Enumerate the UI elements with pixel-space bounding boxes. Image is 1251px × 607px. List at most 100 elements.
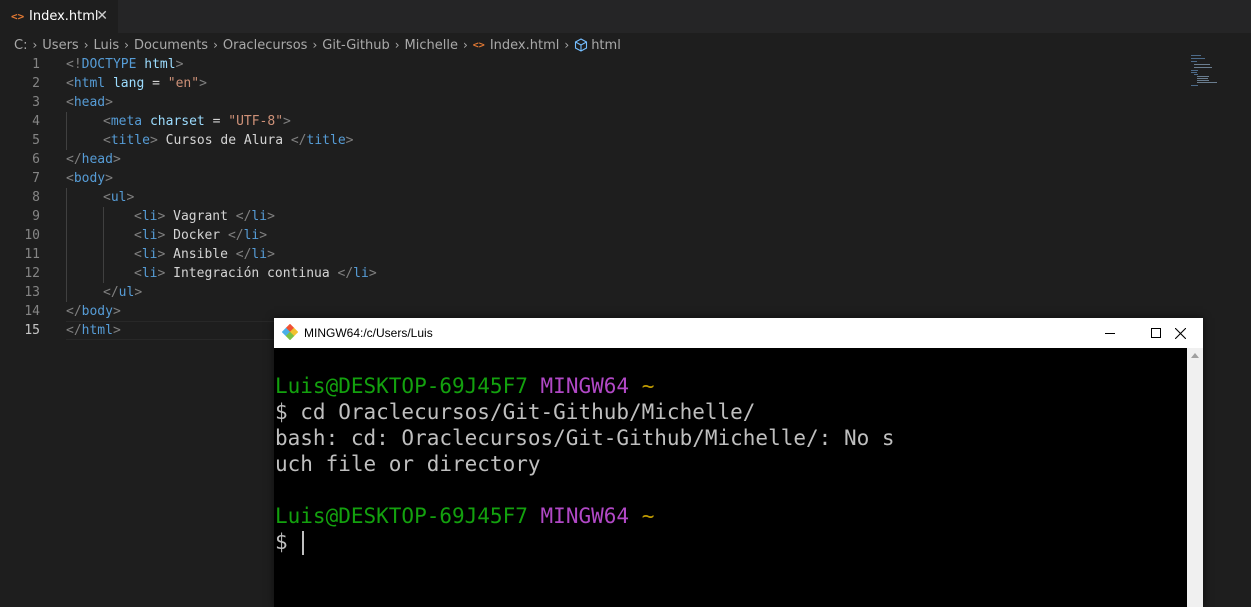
- code-token: <: [134, 209, 142, 224]
- scroll-up-arrow-icon[interactable]: [1191, 353, 1199, 358]
- indent-guide: [103, 226, 104, 245]
- indent-guide: [66, 226, 67, 245]
- code-token: </: [66, 152, 82, 167]
- code-token: Docker: [165, 228, 228, 243]
- symbol-element-icon: [575, 38, 588, 52]
- code-token: body: [81, 304, 113, 319]
- tab-label: Index.html: [29, 9, 99, 24]
- code-line[interactable]: 4 <meta charset = "UTF-8">: [0, 112, 1180, 131]
- code-text: <!DOCTYPE html>: [66, 55, 183, 74]
- terminal-prompt-line: Luis@DESKTOP-69J45F7 MINGW64 ~: [275, 503, 654, 529]
- code-text: <body>: [66, 169, 113, 188]
- terminal-input-line[interactable]: $: [275, 529, 288, 555]
- code-token: </: [227, 228, 244, 243]
- indent-guide: [103, 264, 104, 283]
- code-token: >: [259, 228, 268, 243]
- line-number: 9: [32, 209, 40, 224]
- terminal-command-line: $ cd Oraclecursos/Git-Github/Michelle/: [275, 400, 756, 424]
- code-token: >: [283, 114, 291, 129]
- code-text: <li> Ansible </li>: [134, 245, 275, 264]
- code-token: html: [144, 57, 176, 72]
- chevron-right-icon: ›: [394, 38, 400, 52]
- line-number: 6: [32, 152, 40, 167]
- terminal-title: MINGW64:/c/Users/Luis: [304, 326, 433, 340]
- code-token: >: [112, 323, 121, 338]
- code-line[interactable]: 1 <!DOCTYPE html>: [0, 55, 1180, 74]
- prompt-env: MINGW64: [540, 504, 630, 528]
- code-line[interactable]: 5 <title> Cursos de Alura </title>: [0, 131, 1180, 150]
- breadcrumb-item[interactable]: Luis: [94, 38, 120, 53]
- breadcrumb-item[interactable]: Index.html: [490, 38, 560, 53]
- breadcrumb-item[interactable]: Users: [42, 38, 78, 53]
- code-token: Ansible: [165, 247, 236, 262]
- code-token: >: [267, 247, 275, 262]
- breadcrumb-item[interactable]: Git-Github: [322, 38, 389, 53]
- code-token: >: [175, 57, 184, 72]
- code-token: <: [134, 247, 142, 262]
- line-number: 15: [24, 323, 40, 338]
- code-token: =: [204, 114, 229, 129]
- code-line[interactable]: 8 <ul>: [0, 188, 1180, 207]
- code-line[interactable]: 9 <li> Vagrant </li>: [0, 207, 1180, 226]
- terminal-titlebar[interactable]: MINGW64:/c/Users/Luis: [274, 318, 1203, 348]
- code-token: li: [353, 266, 369, 281]
- code-token: >: [126, 190, 135, 205]
- code-token: html: [81, 323, 113, 338]
- code-token: title: [306, 133, 346, 148]
- prompt-user-host: Luis@DESKTOP-69J45F7: [275, 374, 528, 398]
- code-line[interactable]: 6 </head>: [0, 150, 1180, 169]
- terminal-scrollbar[interactable]: [1187, 348, 1203, 607]
- line-number: 5: [32, 133, 40, 148]
- prompt-user-host: Luis@DESKTOP-69J45F7: [275, 504, 528, 528]
- code-token: >: [199, 76, 207, 91]
- code-line[interactable]: 11 <li> Ansible </li>: [0, 245, 1180, 264]
- line-number: 11: [24, 247, 40, 262]
- line-number: 13: [24, 285, 40, 300]
- tab-index-html[interactable]: <> Index.html ✕: [0, 0, 118, 33]
- minimap[interactable]: [1189, 55, 1229, 87]
- code-line[interactable]: 7 <body>: [0, 169, 1180, 188]
- breadcrumb-item[interactable]: C:: [14, 38, 27, 53]
- code-token: </: [235, 247, 252, 262]
- indent-guide: [66, 245, 67, 264]
- code-token: head: [73, 95, 106, 110]
- code-token: >: [345, 133, 354, 148]
- code-token: >: [149, 133, 158, 148]
- text-cursor: [302, 531, 304, 555]
- code-line[interactable]: 13 </ul>: [0, 283, 1180, 302]
- terminal-window[interactable]: MINGW64:/c/Users/Luis Luis@DESKTOP-69J45…: [274, 318, 1203, 607]
- line-number: 2: [32, 76, 40, 91]
- code-line[interactable]: 3 <head>: [0, 93, 1180, 112]
- code-token: "en": [167, 76, 200, 91]
- close-icon[interactable]: ✕: [96, 8, 108, 24]
- code-token: </: [66, 323, 82, 338]
- code-token: >: [134, 285, 143, 300]
- breadcrumb-item[interactable]: Michelle: [405, 38, 458, 53]
- chevron-right-icon: ›: [312, 38, 318, 52]
- line-number: 8: [32, 190, 40, 205]
- breadcrumb-item[interactable]: Documents: [134, 38, 208, 53]
- code-line[interactable]: 10 <li> Docker </li>: [0, 226, 1180, 245]
- code-token: <: [66, 76, 74, 91]
- code-token: head: [81, 152, 113, 167]
- minimize-button[interactable]: [1087, 318, 1133, 348]
- indent-guide: [66, 264, 67, 283]
- line-number: 3: [32, 95, 40, 110]
- chevron-right-icon: ›: [564, 38, 570, 52]
- code-token: >: [368, 266, 377, 281]
- breadcrumb-item[interactable]: Oraclecursos: [223, 38, 308, 53]
- code-token: html: [73, 76, 106, 91]
- code-token: <: [103, 114, 111, 129]
- breadcrumb-item[interactable]: html: [591, 38, 621, 53]
- terminal-output[interactable]: Luis@DESKTOP-69J45F7 MINGW64 ~ $ cd Orac…: [274, 348, 1187, 607]
- code-line[interactable]: 12 <li> Integración continua </li>: [0, 264, 1180, 283]
- chevron-right-icon: ›: [124, 38, 129, 52]
- code-token: charset: [149, 114, 205, 129]
- code-line[interactable]: 2 <html lang = "en">: [0, 74, 1180, 93]
- code-token: </: [235, 209, 252, 224]
- close-button[interactable]: [1157, 318, 1203, 348]
- chevron-right-icon: ›: [32, 38, 38, 52]
- code-token: li: [243, 228, 260, 243]
- code-token: li: [251, 209, 268, 224]
